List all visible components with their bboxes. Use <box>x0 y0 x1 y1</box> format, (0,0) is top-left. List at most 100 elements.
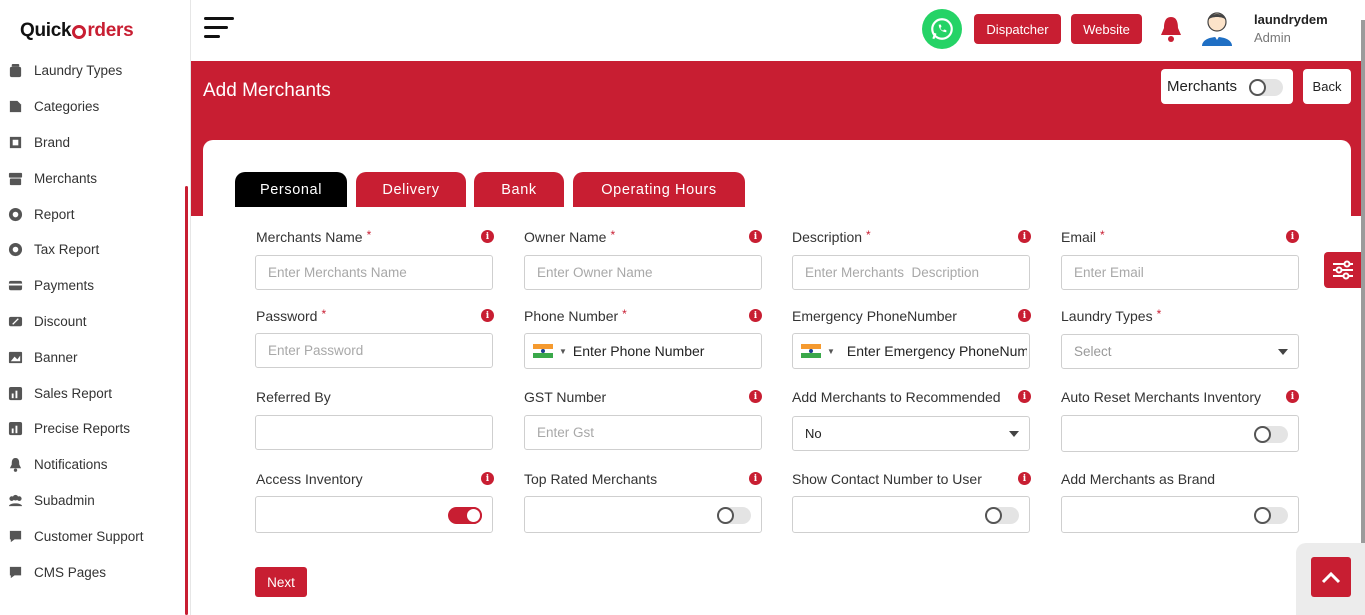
sidebar-item-laundry-types[interactable]: Laundry Types <box>0 53 190 89</box>
sidebar-item-banner[interactable]: Banner <box>0 339 190 375</box>
merchants-name-input[interactable] <box>255 255 493 290</box>
auto-reset-toggle[interactable] <box>1254 426 1288 443</box>
scroll-to-top-button[interactable] <box>1311 557 1351 597</box>
next-button[interactable]: Next <box>255 567 307 597</box>
show-contact-box <box>792 496 1030 533</box>
info-icon[interactable]: i <box>481 472 494 485</box>
sidebar-item-label: Tax Report <box>34 242 100 258</box>
emergency-phone-input[interactable] <box>846 343 1027 359</box>
sidebar-scrollbar[interactable] <box>185 186 188 615</box>
info-icon[interactable]: i <box>749 230 762 243</box>
sidebar-item-notifications[interactable]: Notifications <box>0 447 190 483</box>
sidebar-item-brand[interactable]: Brand <box>0 125 190 161</box>
india-flag-icon[interactable] <box>801 344 821 359</box>
info-icon[interactable]: i <box>1018 472 1031 485</box>
auto-reset-label: Auto Reset Merchants Inventory <box>1061 389 1261 405</box>
sidebar-item-label: Laundry Types <box>34 63 123 79</box>
chevron-down-icon[interactable]: ▼ <box>827 347 835 356</box>
referred-by-label: Referred By <box>256 389 331 405</box>
banner-icon <box>8 350 23 365</box>
settings-sliders-icon[interactable] <box>1324 252 1361 288</box>
sidebar-item-payments[interactable]: Payments <box>0 268 190 304</box>
india-flag-icon[interactable] <box>533 344 553 359</box>
precise-reports-icon <box>8 421 23 436</box>
password-input[interactable] <box>255 333 493 368</box>
sidebar-item-sales-report[interactable]: Sales Report <box>0 375 190 411</box>
chevron-down-icon[interactable]: ▼ <box>559 347 567 356</box>
dropdown-arrow-icon <box>1009 431 1019 437</box>
recommended-label: Add Merchants to Recommended <box>792 389 1001 405</box>
sidebar-item-categories[interactable]: Categories <box>0 89 190 125</box>
info-icon[interactable]: i <box>749 390 762 403</box>
info-icon[interactable]: i <box>1018 309 1031 322</box>
tab-delivery[interactable]: Delivery <box>356 172 466 207</box>
info-icon[interactable]: i <box>481 230 494 243</box>
phone-number-label: Phone Number * <box>524 307 627 324</box>
sidebar-item-discount[interactable]: Discount <box>0 304 190 340</box>
access-inventory-label: Access Inventory <box>256 471 363 487</box>
whatsapp-icon[interactable] <box>922 9 962 49</box>
laundry-types-select[interactable]: Select <box>1061 334 1299 369</box>
sidebar-item-report[interactable]: Report <box>0 196 190 232</box>
quickorders-logo[interactable]: Quick rders <box>20 16 134 46</box>
gst-number-input[interactable] <box>524 415 762 450</box>
sidebar-item-cms-pages[interactable]: CMS Pages <box>0 554 190 590</box>
sidebar-item-merchants[interactable]: Merchants <box>0 160 190 196</box>
merchants-toggle-box: Merchants <box>1161 69 1293 104</box>
info-icon[interactable]: i <box>481 309 494 322</box>
password-label: Password * <box>256 307 327 324</box>
menu-toggle-icon[interactable] <box>204 17 234 39</box>
sidebar-item-precise-reports[interactable]: Precise Reports <box>0 411 190 447</box>
cms-icon <box>8 565 23 580</box>
notification-bell-icon[interactable] <box>1158 15 1184 43</box>
page-scrollbar[interactable] <box>1361 20 1365 615</box>
report-icon <box>8 207 23 222</box>
support-icon <box>8 529 23 544</box>
bell-icon <box>8 457 23 472</box>
top-rated-toggle[interactable] <box>717 507 751 524</box>
tab-bank[interactable]: Bank <box>474 172 564 207</box>
sidebar-item-label: Brand <box>34 134 71 150</box>
phone-number-input[interactable] <box>572 343 753 359</box>
info-icon[interactable]: i <box>1286 230 1299 243</box>
info-icon[interactable]: i <box>1286 390 1299 403</box>
back-button[interactable]: Back <box>1303 69 1351 104</box>
sales-report-icon <box>8 386 23 401</box>
logo-text-right: rders <box>87 20 134 41</box>
sidebar-item-subadmin[interactable]: Subadmin <box>0 483 190 519</box>
auto-reset-box <box>1061 415 1299 452</box>
dispatcher-button[interactable]: Dispatcher <box>974 14 1061 44</box>
info-icon[interactable]: i <box>749 309 762 322</box>
email-label: Email * <box>1061 228 1105 245</box>
owner-name-input[interactable] <box>524 255 762 290</box>
dropdown-arrow-icon <box>1278 349 1288 355</box>
laundry-types-value: Select <box>1074 344 1112 359</box>
sidebar-item-label: Customer Support <box>34 528 144 544</box>
description-input[interactable] <box>792 255 1030 290</box>
info-icon[interactable]: i <box>1018 390 1031 403</box>
website-button[interactable]: Website <box>1071 14 1142 44</box>
recommended-value: No <box>805 426 822 441</box>
laundry-icon <box>8 63 23 78</box>
brand-icon <box>8 135 23 150</box>
sidebar-item-label: Categories <box>34 99 100 115</box>
referred-by-input[interactable] <box>255 415 493 450</box>
merchants-toggle-switch[interactable] <box>1249 79 1283 96</box>
access-inventory-toggle[interactable] <box>448 507 482 524</box>
sidebar: Quick rders Laundry Types Categories Bra… <box>0 0 191 615</box>
sidebar-item-label: Merchants <box>34 170 98 186</box>
sidebar-item-label: Precise Reports <box>34 421 131 437</box>
sidebar-item-label: Report <box>34 206 75 222</box>
sidebar-item-tax-report[interactable]: Tax Report <box>0 232 190 268</box>
show-contact-toggle[interactable] <box>985 507 1019 524</box>
tab-personal[interactable]: Personal <box>235 172 347 207</box>
email-input[interactable] <box>1061 255 1299 290</box>
info-icon[interactable]: i <box>749 472 762 485</box>
info-icon[interactable]: i <box>1018 230 1031 243</box>
tab-operating-hours[interactable]: Operating Hours <box>573 172 745 207</box>
sidebar-item-customer-support[interactable]: Customer Support <box>0 518 190 554</box>
avatar[interactable] <box>1199 9 1235 47</box>
recommended-select[interactable]: No <box>792 416 1030 451</box>
sidebar-item-label: Payments <box>34 278 95 294</box>
add-as-brand-toggle[interactable] <box>1254 507 1288 524</box>
